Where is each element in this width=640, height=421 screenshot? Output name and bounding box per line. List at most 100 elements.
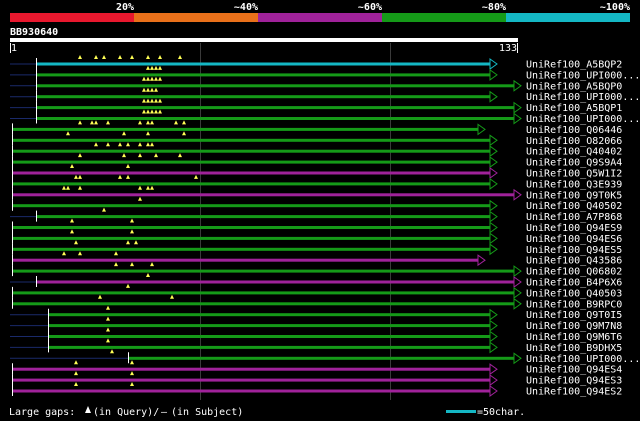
hit-alignment-bar[interactable] bbox=[36, 84, 514, 88]
hit-alignment-bar[interactable] bbox=[128, 356, 514, 360]
hit-label[interactable]: UniRef100_UPI000... bbox=[526, 114, 640, 125]
hit-label[interactable]: UniRef100_A5BQP1 bbox=[526, 103, 622, 114]
hit-end-arrow-icon bbox=[513, 286, 522, 299]
hit-label[interactable]: UniRef100_O82066 bbox=[526, 136, 622, 147]
hit-label[interactable]: UniRef100_UPI000... bbox=[526, 92, 640, 103]
hit-end-arrow-icon bbox=[489, 58, 498, 70]
hit-label[interactable]: UniRef100_Q06802 bbox=[526, 267, 622, 278]
hit-alignment-bar[interactable] bbox=[36, 280, 514, 284]
query-gap-marker bbox=[146, 120, 150, 125]
query-gap-marker bbox=[178, 153, 182, 158]
hit-alignment-bar[interactable] bbox=[12, 226, 490, 229]
hit-label[interactable]: UniRef100_UPI000... bbox=[526, 354, 640, 365]
hit-alignment-bar[interactable] bbox=[12, 258, 478, 262]
hit-label[interactable]: UniRef100_Q9M7N8 bbox=[526, 321, 622, 332]
hit-label[interactable]: UniRef100_Q94ES6 bbox=[526, 234, 622, 245]
hit-alignment-bar[interactable] bbox=[12, 389, 490, 393]
hit-alignment-bar[interactable] bbox=[12, 367, 490, 371]
hit-alignment-bar[interactable] bbox=[12, 204, 490, 208]
query-gap-marker bbox=[158, 65, 162, 70]
hit-alignment-bar[interactable] bbox=[36, 95, 490, 99]
query-gap-marker bbox=[182, 131, 186, 136]
hit-label[interactable]: UniRef100_Q40503 bbox=[526, 288, 622, 299]
hit-alignment-bar[interactable] bbox=[36, 106, 514, 110]
hit-label[interactable]: UniRef100_B9RPC0 bbox=[526, 299, 622, 310]
hit-label[interactable]: UniRef100_Q94ES2 bbox=[526, 387, 622, 398]
query-gap-marker bbox=[146, 55, 150, 59]
hit-label[interactable]: UniRef100_Q9T0K5 bbox=[526, 190, 622, 201]
hit-label[interactable]: UniRef100_UPI000... bbox=[526, 70, 640, 81]
hit-end-arrow-icon bbox=[489, 134, 498, 147]
query-gap-marker bbox=[106, 316, 110, 321]
query-gap-marker bbox=[130, 229, 134, 234]
hit-label[interactable]: UniRef100_Q9T0I5 bbox=[526, 310, 622, 321]
query-gap-marker bbox=[158, 55, 162, 59]
hit-alignment-bar[interactable] bbox=[12, 171, 490, 175]
hit-end-arrow-icon bbox=[489, 232, 498, 245]
hit-label[interactable]: UniRef100_B9DHX5 bbox=[526, 343, 622, 354]
query-gap-marker bbox=[74, 174, 78, 179]
query-gap-marker bbox=[106, 305, 110, 310]
hit-alignment-bar[interactable] bbox=[12, 193, 514, 197]
query-gap-marker bbox=[66, 185, 70, 190]
hit-label[interactable]: UniRef100_A7P868 bbox=[526, 212, 622, 223]
scale-label-40: ~40% bbox=[234, 2, 258, 13]
hit-label[interactable]: UniRef100_A5BQP2 bbox=[526, 60, 622, 71]
hit-alignment-bar[interactable] bbox=[12, 269, 514, 273]
hit-row[interactable]: UniRef100_A5BQP2 bbox=[10, 55, 622, 71]
hit-alignment-bar[interactable] bbox=[48, 324, 490, 328]
hit-label[interactable]: UniRef100_Q40402 bbox=[526, 147, 622, 158]
hit-alignment-bar[interactable] bbox=[36, 215, 490, 219]
query-bar bbox=[10, 38, 518, 42]
query-gap-marker bbox=[126, 283, 130, 288]
hit-label[interactable]: UniRef100_Q9M6T6 bbox=[526, 332, 622, 343]
hit-alignment-bar[interactable] bbox=[12, 182, 490, 186]
hit-alignment-bar[interactable] bbox=[48, 313, 490, 317]
hit-label[interactable]: UniRef100_Q43586 bbox=[526, 256, 622, 267]
scale-label-80: ~80% bbox=[482, 2, 506, 13]
query-gap-marker bbox=[138, 185, 142, 190]
query-gap-marker bbox=[146, 87, 150, 92]
hit-end-arrow-icon bbox=[489, 90, 498, 103]
hit-alignment-bar[interactable] bbox=[12, 160, 490, 164]
query-gap-marker bbox=[102, 55, 106, 59]
scale-segment-2 bbox=[134, 13, 258, 22]
query-gap-marker bbox=[90, 120, 94, 125]
hit-alignment-bar[interactable] bbox=[36, 73, 490, 77]
hit-label[interactable]: UniRef100_B4P6X6 bbox=[526, 278, 622, 289]
query-id: BB930640 bbox=[10, 27, 58, 38]
footer-legend: Large gaps: (in Query)/ – (in Subject) =… bbox=[9, 406, 525, 418]
query-gap-marker bbox=[130, 360, 134, 365]
hit-label[interactable]: UniRef100_A5BQP0 bbox=[526, 81, 622, 92]
hit-alignment-bar[interactable] bbox=[12, 236, 490, 240]
hit-alignment-bar[interactable] bbox=[12, 378, 490, 382]
hit-alignment-bar[interactable] bbox=[36, 62, 490, 66]
query-gap-marker bbox=[142, 98, 146, 103]
hit-end-arrow-icon bbox=[489, 363, 498, 376]
hit-alignment-bar[interactable] bbox=[12, 149, 490, 153]
hit-label[interactable]: UniRef100_Q94ES9 bbox=[526, 223, 622, 234]
hit-end-arrow-icon bbox=[489, 167, 498, 179]
hit-alignment-bar[interactable] bbox=[12, 247, 490, 251]
hit-alignment-bar[interactable] bbox=[36, 117, 514, 120]
hit-label[interactable]: UniRef100_Q3E939 bbox=[526, 179, 622, 190]
hit-end-arrow-icon bbox=[477, 254, 486, 267]
hit-alignment-bar[interactable] bbox=[12, 302, 514, 306]
hit-label[interactable]: UniRef100_Q9S9A4 bbox=[526, 158, 622, 169]
query-gap-marker bbox=[66, 131, 70, 136]
hit-label[interactable]: UniRef100_Q40502 bbox=[526, 201, 622, 212]
hit-label[interactable]: UniRef100_Q94ES3 bbox=[526, 376, 622, 387]
hit-alignment-bar[interactable] bbox=[48, 345, 490, 349]
query-gap-marker bbox=[130, 371, 134, 376]
hit-label[interactable]: UniRef100_Q5W1I2 bbox=[526, 169, 622, 180]
hit-label[interactable]: UniRef100_Q94ES5 bbox=[526, 245, 622, 256]
query-gap-marker bbox=[146, 65, 150, 70]
query-gap-marker bbox=[150, 185, 154, 190]
hit-label[interactable]: UniRef100_Q94ES4 bbox=[526, 365, 622, 376]
hit-label[interactable]: UniRef100_Q06446 bbox=[526, 125, 622, 136]
hit-alignment-bar[interactable] bbox=[12, 291, 514, 295]
hit-alignment-bar[interactable] bbox=[48, 335, 490, 338]
hit-alignment-bar[interactable] bbox=[12, 138, 490, 142]
query-gap-marker bbox=[130, 262, 134, 267]
hit-alignment-bar[interactable] bbox=[12, 127, 478, 131]
